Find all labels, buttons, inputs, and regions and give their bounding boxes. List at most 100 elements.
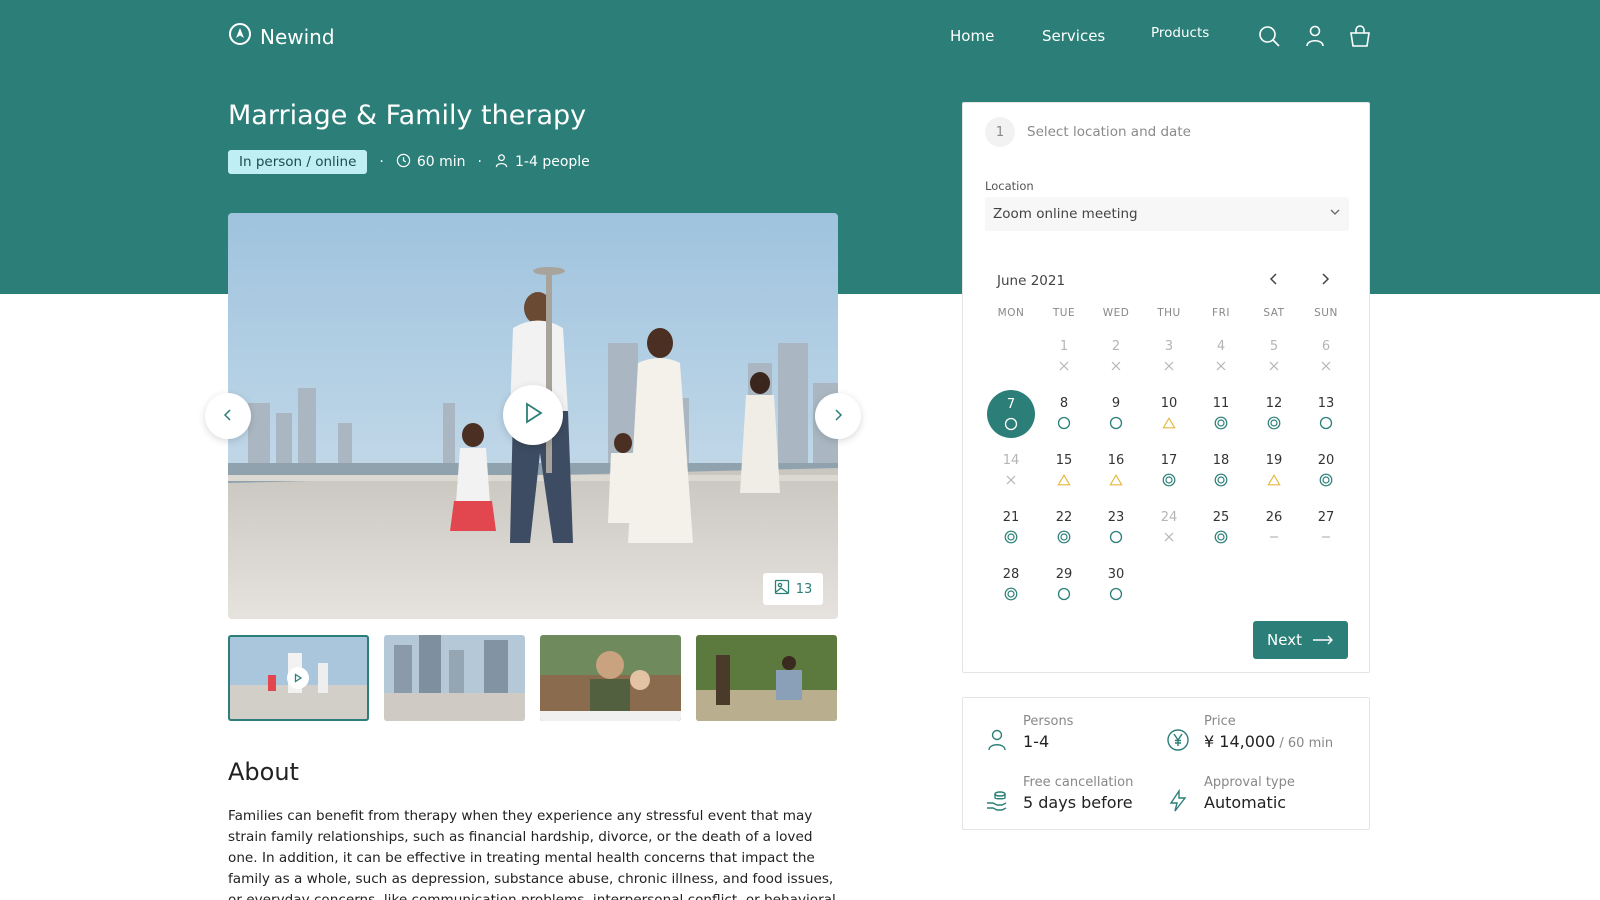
calendar-day-19[interactable]: 19 <box>1250 447 1298 499</box>
weekday-fri: FRI <box>1212 307 1230 319</box>
day-number: 14 <box>1002 453 1020 468</box>
chevron-down-icon <box>1329 206 1341 222</box>
closed-dash-icon <box>1267 530 1281 544</box>
format-badge: In person / online <box>228 150 368 174</box>
calendar-day-16[interactable]: 16 <box>1092 447 1140 499</box>
calendar-day-23[interactable]: 23 <box>1092 504 1140 556</box>
calendar-day-22[interactable]: 22 <box>1040 504 1088 556</box>
people-text: 1-4 people <box>515 154 590 170</box>
unavailable-x-icon <box>1214 359 1228 373</box>
available-double-circle-icon <box>1267 416 1281 430</box>
cancellation-label: Free cancellation <box>1023 775 1134 790</box>
limited-triangle-icon <box>1109 473 1123 487</box>
day-number: 7 <box>1006 397 1016 412</box>
page-title: Marriage & Family therapy <box>228 100 587 131</box>
cancellation-value: 5 days before <box>1023 793 1133 812</box>
calendar-day-29[interactable]: 29 <box>1040 561 1088 613</box>
about-heading: About <box>228 758 299 786</box>
photo-count-badge[interactable]: 13 <box>763 573 823 605</box>
day-number: 29 <box>1055 567 1073 582</box>
calendar-day-13[interactable]: 13 <box>1302 390 1350 442</box>
yen-icon <box>1166 714 1190 756</box>
weekday-sun: SUN <box>1314 307 1338 319</box>
day-number: 22 <box>1055 510 1073 525</box>
day-number: 16 <box>1107 453 1125 468</box>
calendar-day-9[interactable]: 9 <box>1092 390 1140 442</box>
next-month-button[interactable] <box>1314 269 1336 291</box>
play-video-button[interactable] <box>503 385 563 445</box>
nav-products[interactable]: Products <box>1151 25 1209 41</box>
photo-count: 13 <box>795 581 813 597</box>
calendar-day-15[interactable]: 15 <box>1040 447 1088 499</box>
approval-label: Approval type <box>1204 775 1295 790</box>
available-circle-icon <box>1057 587 1071 601</box>
calendar-day-11[interactable]: 11 <box>1197 390 1245 442</box>
gallery-prev-button[interactable] <box>205 393 251 439</box>
thumbnail-2[interactable] <box>384 635 525 721</box>
next-button[interactable]: Next <box>1253 621 1348 659</box>
day-number: 5 <box>1269 339 1279 354</box>
unavailable-x-icon <box>1057 359 1071 373</box>
day-number: 27 <box>1317 510 1335 525</box>
calendar-day-12[interactable]: 12 <box>1250 390 1298 442</box>
day-number: 9 <box>1111 396 1121 411</box>
gallery-next-button[interactable] <box>815 393 861 439</box>
day-number: 23 <box>1107 510 1125 525</box>
calendar-day-7[interactable]: 7 <box>987 390 1035 438</box>
day-number: 24 <box>1160 510 1178 525</box>
next-label: Next <box>1267 631 1302 649</box>
unavailable-x-icon <box>1109 359 1123 373</box>
weekday-tue: TUE <box>1052 307 1076 319</box>
day-number: 18 <box>1212 453 1230 468</box>
available-double-circle-icon <box>1214 473 1228 487</box>
day-number: 17 <box>1160 453 1178 468</box>
about-text: Families can benefit from therapy when t… <box>228 808 836 900</box>
calendar-day-5: 5 <box>1250 333 1298 385</box>
calendar-day-21[interactable]: 21 <box>987 504 1035 556</box>
user-icon[interactable] <box>1303 24 1327 48</box>
calendar-day-10[interactable]: 10 <box>1145 390 1193 442</box>
calendar-day-6: 6 <box>1302 333 1350 385</box>
day-number: 1 <box>1059 339 1069 354</box>
calendar-day-20[interactable]: 20 <box>1302 447 1350 499</box>
calendar-day-8[interactable]: 8 <box>1040 390 1088 442</box>
location-select[interactable]: Zoom online meeting <box>985 197 1349 231</box>
available-double-circle-icon <box>1004 587 1018 601</box>
prev-month-button[interactable] <box>1263 269 1285 291</box>
person-icon <box>985 714 1009 756</box>
day-number: 19 <box>1265 453 1283 468</box>
day-number: 25 <box>1212 510 1230 525</box>
calendar-day-27: 27 <box>1302 504 1350 556</box>
persons-value: 1-4 <box>1023 732 1050 751</box>
calendar-day-17[interactable]: 17 <box>1145 447 1193 499</box>
service-meta: In person / online · 60 min · 1-4 people <box>228 150 590 174</box>
calendar-day-24: 24 <box>1145 504 1193 556</box>
day-number: 28 <box>1002 567 1020 582</box>
play-icon <box>287 667 309 689</box>
nav-services[interactable]: Services <box>1042 27 1105 45</box>
calendar-day-30[interactable]: 30 <box>1092 561 1140 613</box>
available-circle-icon <box>1057 416 1071 430</box>
thumbnail-3[interactable] <box>540 635 681 721</box>
calendar-day-18[interactable]: 18 <box>1197 447 1245 499</box>
available-double-circle-icon <box>1214 416 1228 430</box>
day-number: 13 <box>1317 396 1335 411</box>
shopping-bag-icon[interactable] <box>1348 24 1372 48</box>
unavailable-x-icon <box>1004 473 1018 487</box>
calendar-day-2: 2 <box>1092 333 1140 385</box>
day-number: 20 <box>1317 453 1335 468</box>
day-number: 3 <box>1164 339 1174 354</box>
calendar-day-28[interactable]: 28 <box>987 561 1035 613</box>
price-label: Price <box>1204 714 1236 729</box>
thumbnail-4[interactable] <box>696 635 837 721</box>
nav-home[interactable]: Home <box>950 27 994 45</box>
day-number: 30 <box>1107 567 1125 582</box>
thumbnail-1[interactable] <box>228 635 369 721</box>
day-number: 10 <box>1160 396 1178 411</box>
search-icon[interactable] <box>1257 24 1281 48</box>
day-number: 8 <box>1059 396 1069 411</box>
calendar-day-4: 4 <box>1197 333 1245 385</box>
calendar-day-3: 3 <box>1145 333 1193 385</box>
calendar-day-25[interactable]: 25 <box>1197 504 1245 556</box>
calendar-month: June 2021 <box>997 273 1066 289</box>
